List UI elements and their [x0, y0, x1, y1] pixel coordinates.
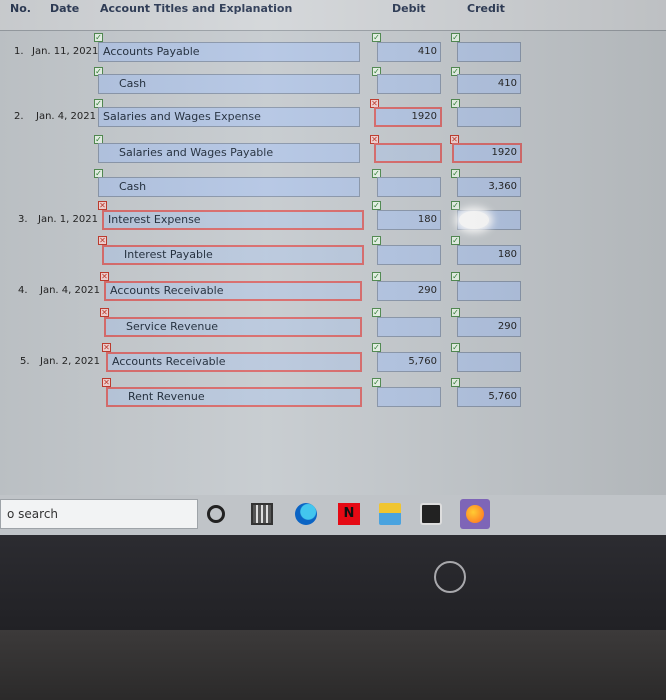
header-debit: Debit	[392, 2, 426, 15]
check-icon: ✓	[372, 201, 381, 210]
credit-field[interactable]: 5,760	[457, 387, 521, 407]
check-icon: ✓	[451, 201, 460, 210]
account-field[interactable]: Cash	[98, 177, 360, 197]
entry-date: Jan. 11, 2021	[32, 46, 99, 57]
debit-field[interactable]	[377, 387, 441, 407]
entry-number: 2.	[14, 111, 24, 122]
entry-number: 5.	[20, 356, 30, 367]
entry-number: 3.	[18, 214, 28, 225]
glare	[459, 211, 489, 229]
debit-field[interactable]	[374, 143, 442, 163]
x-mark-icon: ✕	[102, 343, 111, 352]
x-mark-icon: ✕	[98, 236, 107, 245]
check-icon: ✓	[372, 308, 381, 317]
entry-number: 1.	[14, 46, 24, 57]
account-field[interactable]: Rent Revenue	[106, 387, 362, 407]
credit-field[interactable]	[457, 281, 521, 301]
debit-field[interactable]: 1920	[374, 107, 442, 127]
check-icon: ✓	[372, 272, 381, 281]
account-field[interactable]: Interest Expense	[102, 210, 364, 230]
credit-field[interactable]	[457, 42, 521, 62]
table-header: No. Date Account Titles and Explanation …	[0, 0, 666, 31]
check-icon: ✓	[451, 378, 460, 387]
check-icon: ✓	[451, 308, 460, 317]
hp-logo	[434, 561, 466, 593]
screen: No. Date Account Titles and Explanation …	[0, 0, 666, 495]
entry-date: Jan. 4, 2021	[36, 111, 96, 122]
taskbar-search-input[interactable]: o search	[0, 499, 198, 529]
x-mark-icon: ✕	[100, 308, 109, 317]
credit-field[interactable]	[457, 107, 521, 127]
header-account: Account Titles and Explanation	[100, 2, 293, 15]
calculator-icon[interactable]	[251, 503, 273, 525]
check-icon: ✓	[451, 343, 460, 352]
x-mark-icon: ✕	[102, 378, 111, 387]
debit-field[interactable]: 5,760	[377, 352, 441, 372]
header-date: Date	[50, 2, 80, 15]
debit-field[interactable]	[377, 245, 441, 265]
file-explorer-icon[interactable]	[379, 503, 401, 525]
check-icon: ✓	[372, 378, 381, 387]
cortana-circle-icon[interactable]	[207, 505, 225, 523]
debit-field[interactable]	[377, 74, 441, 94]
check-icon: ✓	[451, 272, 460, 281]
account-field[interactable]: Accounts Payable	[98, 42, 360, 62]
account-field[interactable]: Interest Payable	[102, 245, 364, 265]
microsoft-store-icon[interactable]	[420, 503, 442, 525]
account-field[interactable]: Accounts Receivable	[104, 281, 362, 301]
firefox-logo-mark	[466, 505, 484, 523]
firefox-icon[interactable]	[460, 499, 490, 529]
credit-field[interactable]: 290	[457, 317, 521, 337]
debit-field[interactable]	[377, 317, 441, 337]
credit-field[interactable]: 180	[457, 245, 521, 265]
x-mark-icon: ✕	[98, 201, 107, 210]
credit-field[interactable]: 410	[457, 74, 521, 94]
credit-field[interactable]: 3,360	[457, 177, 521, 197]
account-field[interactable]: Salaries and Wages Payable	[98, 143, 360, 163]
debit-field[interactable]	[377, 177, 441, 197]
debit-field[interactable]: 410	[377, 42, 441, 62]
check-icon: ✓	[372, 33, 381, 42]
entry-number: 4.	[18, 285, 28, 296]
account-field[interactable]: Salaries and Wages Expense	[98, 107, 360, 127]
debit-field[interactable]: 290	[377, 281, 441, 301]
check-icon: ✓	[451, 236, 460, 245]
check-icon: ✓	[372, 236, 381, 245]
check-icon: ✓	[372, 343, 381, 352]
header-credit: Credit	[467, 2, 505, 15]
check-icon: ✓	[451, 33, 460, 42]
edge-browser-icon[interactable]	[295, 503, 317, 525]
credit-field[interactable]: 1920	[452, 143, 522, 163]
credit-field[interactable]	[457, 352, 521, 372]
account-field[interactable]: Service Revenue	[104, 317, 362, 337]
taskbar: o search N	[0, 495, 666, 535]
x-mark-icon: ✕	[100, 272, 109, 281]
account-field[interactable]: Accounts Receivable	[106, 352, 362, 372]
account-field[interactable]: Cash	[98, 74, 360, 94]
entry-date: Jan. 1, 2021	[38, 214, 98, 225]
entry-date: Jan. 2, 2021	[40, 356, 100, 367]
header-no: No.	[10, 2, 31, 15]
debit-field[interactable]: 180	[377, 210, 441, 230]
entry-date: Jan. 4, 2021	[40, 285, 100, 296]
netflix-icon[interactable]: N	[338, 503, 360, 525]
laptop-base	[0, 630, 666, 700]
check-icon: ✓	[94, 33, 103, 42]
